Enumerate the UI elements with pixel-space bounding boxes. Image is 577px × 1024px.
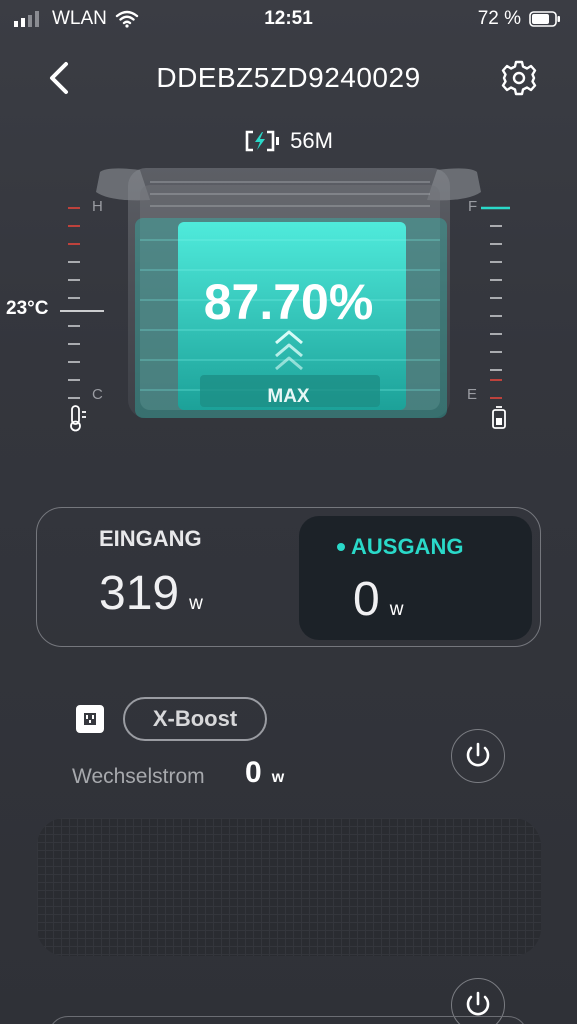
ac-power-button[interactable] xyxy=(451,729,505,783)
battery-icon xyxy=(529,11,560,27)
remaining-time-value: 56M xyxy=(290,128,333,153)
nav-bar: DDEBZ5ZD9240029 xyxy=(0,52,577,102)
charge-percent: 87.70% xyxy=(203,274,374,330)
input-unit: w xyxy=(189,593,203,614)
active-dot-icon xyxy=(337,543,345,551)
ac-label: Wechselstrom xyxy=(72,765,205,788)
thermometer-icon xyxy=(70,405,86,432)
output-value: 0 xyxy=(353,573,380,626)
input-value: 319 xyxy=(99,567,180,620)
battery-hero: H C F E 23°C 87.70% MAX xyxy=(0,160,577,440)
ac-power-graph xyxy=(37,818,541,956)
temp-scale-high: H xyxy=(92,198,103,215)
ac-unit: w xyxy=(271,769,285,786)
status-bar: WLAN 12:51 72 % xyxy=(0,0,577,40)
battery-level-icon xyxy=(492,406,506,429)
input-label: EINGANG xyxy=(99,526,202,551)
remaining-time: 56M xyxy=(0,128,577,154)
ac-value-group: 0w xyxy=(245,756,284,790)
gear-icon xyxy=(501,60,537,96)
output-unit: w xyxy=(389,599,404,620)
input-output-card: EINGANG 319 w AUSGANG 0w xyxy=(36,507,541,647)
output-label: AUSGANG xyxy=(351,534,464,559)
status-right: 72 % xyxy=(478,8,561,30)
input-section[interactable]: EINGANG 319 w xyxy=(99,526,203,621)
level-scale-full: F xyxy=(468,198,478,215)
settings-button[interactable] xyxy=(499,58,539,98)
ac-value: 0 xyxy=(245,756,262,789)
output-section[interactable]: AUSGANG 0w xyxy=(299,516,532,640)
ac-outlet-icon xyxy=(76,705,104,733)
xboost-button[interactable]: X-Boost xyxy=(123,697,267,741)
output-title: AUSGANG xyxy=(337,534,463,560)
battery-percent-label: 72 % xyxy=(477,8,521,29)
device-title: DDEBZ5ZD9240029 xyxy=(156,62,421,93)
power-icon xyxy=(466,742,489,766)
charge-mode-label: MAX xyxy=(267,386,310,407)
dc-section-card xyxy=(48,1016,528,1024)
battery-charging-icon xyxy=(245,130,280,152)
